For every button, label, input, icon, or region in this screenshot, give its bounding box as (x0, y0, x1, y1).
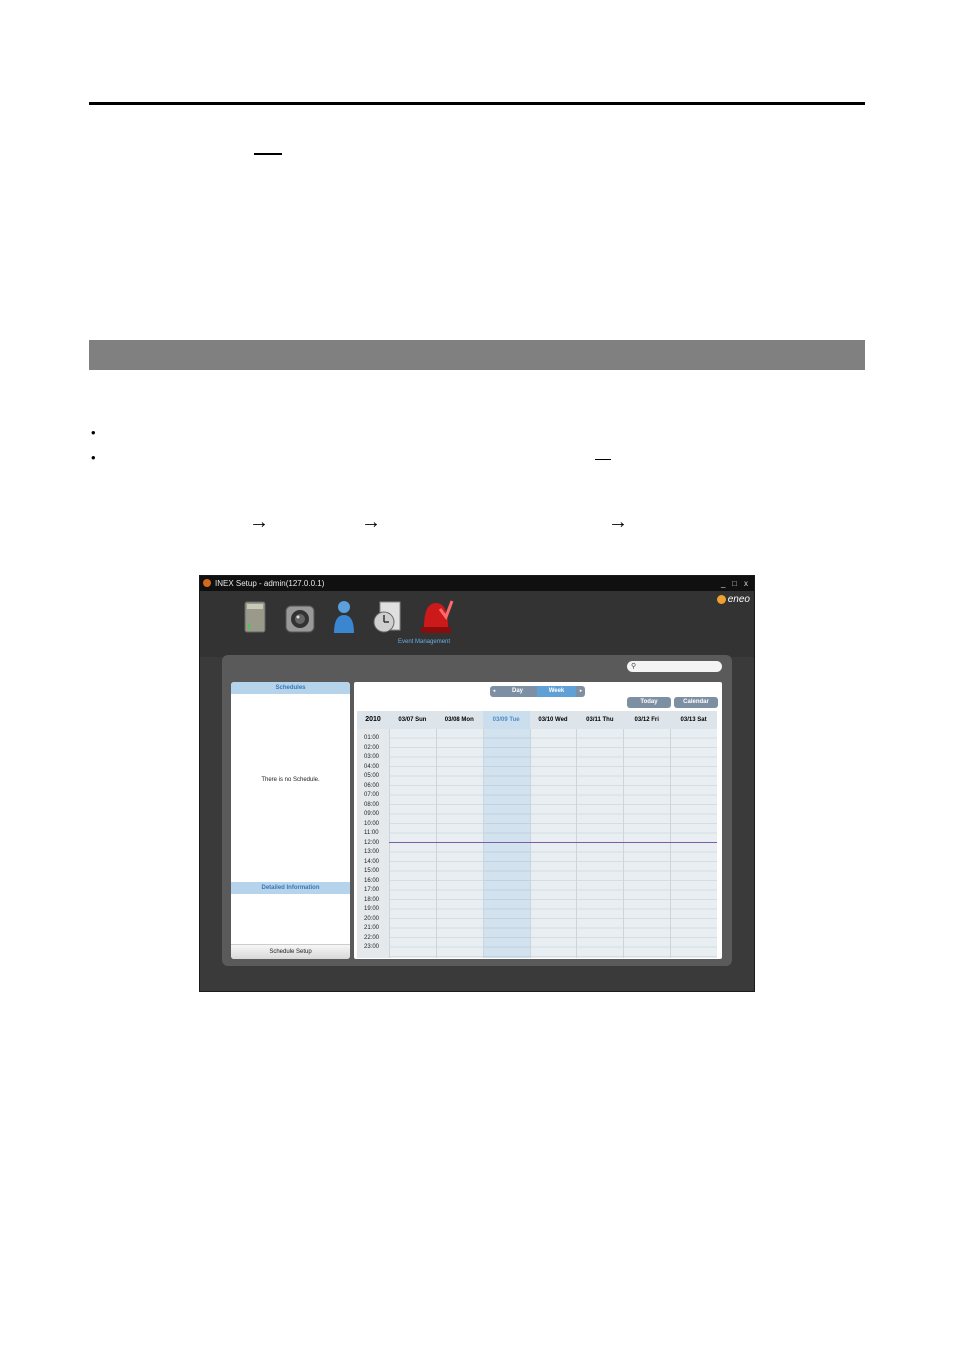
schedule-document-icon[interactable] (372, 601, 402, 640)
brand-name: eneo (727, 594, 750, 605)
user-icon[interactable] (332, 599, 356, 640)
hour-label: 04:00 (364, 763, 380, 770)
hour-label: 05:00 (364, 773, 380, 779)
hour-label: 23:00 (364, 944, 380, 950)
arrow-icon: → (608, 511, 628, 533)
arrow-icon: → (361, 511, 381, 533)
empty-message: There is no Schedule. (261, 777, 320, 783)
search-icon: ⚲ (631, 663, 637, 670)
year-label: 2010 (357, 711, 389, 729)
day-header[interactable]: 03/09 Tue (482, 711, 530, 729)
prev-arrow-icon[interactable]: ◂ (490, 686, 498, 697)
today-button[interactable]: Today (627, 697, 671, 708)
day-column[interactable] (482, 729, 530, 958)
hour-label: 02:00 (364, 744, 380, 751)
arrow-icon: → (249, 511, 269, 533)
day-header[interactable]: 03/10 Wed (529, 711, 577, 729)
maximize-button[interactable]: □ (732, 576, 737, 591)
hour-label: 13:00 (364, 849, 380, 855)
week-button[interactable]: Week (537, 686, 576, 697)
day-column[interactable] (623, 729, 671, 958)
brand-logo: eneo (716, 594, 750, 605)
day-header[interactable]: 03/08 Mon (435, 711, 483, 729)
hour-label: 22:00 (364, 934, 380, 941)
event-alarm-icon[interactable] (418, 597, 454, 640)
calendar-panel: ◂ Day Week ▸ Today Calendar 2010 01:00 02… (354, 682, 722, 959)
hour-label: 17:00 (364, 887, 380, 893)
day-header[interactable]: 03/11 Thu (576, 711, 624, 729)
schedule-setup-button[interactable]: Schedule Setup (231, 944, 350, 959)
day-header[interactable]: 03/07 Sun (389, 711, 436, 729)
time-column: 01:00 02:00 03:00 04:00 05:00 06:00 07:00 08:00… (357, 729, 389, 958)
hour-label: 06:00 (364, 782, 380, 789)
main-panel: ⚲ Schedules There is no Schedule. Detail… (222, 655, 732, 966)
day-header[interactable]: 03/13 Sat (670, 711, 717, 729)
brand-mark-icon (716, 594, 726, 604)
next-arrow-icon[interactable]: ▸ (577, 686, 585, 697)
event-management-label: Event Management (398, 639, 451, 645)
schedules-panel: Schedules There is no Schedule. Detailed… (231, 682, 350, 959)
detail-header: Detailed Information (231, 882, 350, 894)
bullet: • (91, 450, 96, 465)
window-title: INEX Setup - admin(127.0.0.1) (215, 579, 325, 588)
hour-label: 14:00 (364, 858, 380, 865)
server-icon[interactable] (244, 601, 266, 638)
hour-label: 09:00 (364, 811, 380, 817)
day-column[interactable] (389, 729, 436, 958)
close-button[interactable]: x (744, 576, 748, 591)
day-header[interactable]: 03/12 Fri (623, 711, 671, 729)
hour-label: 15:00 (364, 868, 380, 874)
title-bar: INEX Setup - admin(127.0.0.1) _ □ x (200, 576, 754, 591)
day-column[interactable] (529, 729, 577, 958)
hour-label: 10:00 (364, 820, 380, 827)
hour-label: 01:00 (364, 735, 380, 741)
calendar-button[interactable]: Calendar (674, 697, 718, 708)
week-grid: 2010 01:00 02:00 03:00 04:00 05:00 06:00 07:00… (357, 711, 717, 958)
current-time-line (389, 842, 717, 843)
hour-label: 21:00 (364, 925, 380, 931)
day-button[interactable]: Day (498, 686, 537, 697)
app-logo-icon (203, 579, 211, 587)
day-column[interactable] (576, 729, 624, 958)
bullet: • (91, 425, 96, 440)
app-window: INEX Setup - admin(127.0.0.1) _ □ x eneo… (199, 575, 755, 992)
dash-mark (254, 153, 282, 155)
hour-label: 11:00 (364, 830, 379, 836)
hour-label: 12:00 (364, 839, 380, 846)
schedules-header: Schedules (231, 682, 350, 694)
section-bar (89, 340, 865, 370)
hour-label: 03:00 (364, 754, 380, 760)
day-column[interactable] (435, 729, 483, 958)
top-rule (89, 102, 865, 105)
minimize-button[interactable]: _ (721, 576, 725, 591)
hour-label: 20:00 (364, 915, 380, 922)
hour-label: 07:00 (364, 792, 380, 798)
hour-label: 19:00 (364, 906, 380, 912)
day-column[interactable] (670, 729, 717, 958)
toolbar: eneo Event Management (200, 591, 754, 657)
dash-mark (595, 459, 611, 460)
hour-label: 16:00 (364, 877, 380, 884)
hour-label: 18:00 (364, 896, 380, 903)
camera-icon[interactable] (285, 604, 315, 639)
search-input[interactable]: ⚲ (627, 661, 722, 672)
view-switch: ◂ Day Week ▸ (490, 686, 585, 697)
hour-label: 08:00 (364, 801, 380, 808)
